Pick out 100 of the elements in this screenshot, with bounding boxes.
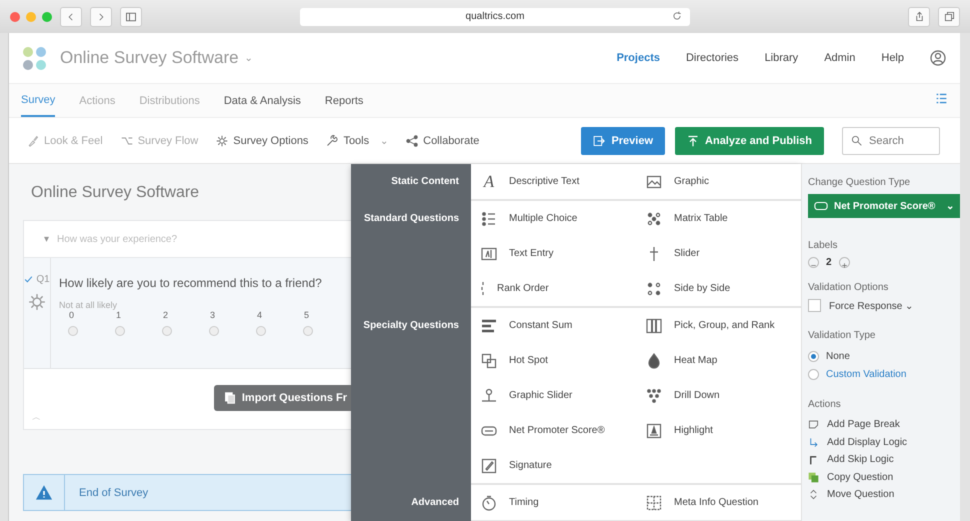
tab[interactable]: Reports (324, 84, 364, 117)
panel-heading: Change Question Type (808, 177, 912, 188)
checkbox[interactable] (808, 299, 821, 312)
page-break-icon (808, 419, 819, 430)
nav-link[interactable]: Projects (616, 52, 660, 64)
panel-heading: Validation Type (808, 330, 876, 341)
bars-icon (481, 318, 497, 334)
squares-icon (481, 352, 497, 368)
copy-icon (224, 392, 236, 404)
address-bar[interactable]: qualtrics.com (300, 8, 690, 26)
menu-item[interactable]: Slider (636, 236, 801, 271)
menu-item[interactable]: Graphic (636, 164, 801, 199)
plus-button[interactable] (838, 257, 850, 268)
logo-icon (23, 46, 46, 70)
back-button[interactable] (60, 6, 82, 26)
corner-arrow-icon (808, 436, 819, 448)
menu-item[interactable]: Timing (471, 485, 636, 520)
nav-link[interactable]: Admin (824, 52, 856, 64)
forward-button[interactable] (90, 6, 112, 26)
scale-number: 0 (69, 310, 74, 320)
tab[interactable]: Data & Analysis (224, 84, 301, 117)
nav-link[interactable]: Help (881, 52, 904, 64)
toolbar-item[interactable]: Tools ⌄ (326, 134, 388, 146)
tabs-button[interactable] (938, 6, 960, 26)
close-dot[interactable] (10, 12, 20, 22)
minus-button[interactable] (808, 257, 819, 268)
radio-button[interactable] (808, 368, 819, 380)
tree-dots-icon (646, 388, 662, 404)
tabs-icon (944, 11, 954, 22)
action-link[interactable]: Add Page Break (827, 419, 900, 430)
caret-icon: ⌄ (380, 134, 388, 146)
scale-label: Not at all likely (59, 300, 118, 310)
section-title: Advanced (411, 497, 459, 508)
menu-item[interactable]: Meta Info Question (636, 485, 801, 520)
end-of-survey-label: End of Survey (78, 486, 148, 500)
upload-icon (687, 134, 700, 146)
action-link[interactable]: Add Skip Logic (827, 454, 894, 466)
dotted-line-icon (481, 280, 485, 296)
question-type-dropdown[interactable]: Net Promoter Score® ⌄ (808, 194, 960, 218)
radio-button[interactable] (209, 326, 219, 336)
list-icon (935, 92, 948, 104)
menu-item[interactable]: Side by Side (636, 271, 801, 306)
menu-item[interactable]: Text Entry (471, 236, 636, 271)
menu-item[interactable]: Constant Sum (471, 308, 636, 343)
import-questions-button[interactable]: Import Questions Fr (214, 385, 351, 411)
force-response-label[interactable]: Force Response ⌄ (829, 300, 914, 312)
radio-button[interactable] (256, 326, 266, 336)
menu-item[interactable]: Multiple Choice (471, 201, 636, 236)
menu-item[interactable]: Heat Map (636, 343, 801, 378)
menu-item[interactable]: Drill Down (636, 378, 801, 413)
warning-icon (36, 484, 52, 500)
menu-item[interactable]: Rank Order (471, 271, 636, 306)
minimize-dot[interactable] (26, 12, 36, 22)
nav-link[interactable]: Library (764, 52, 798, 64)
scale-number: 5 (304, 310, 310, 320)
share-button[interactable] (908, 6, 930, 26)
preview-icon (593, 134, 606, 146)
pen-icon (481, 458, 497, 474)
user-icon (930, 50, 946, 66)
action-link[interactable]: Copy Question (827, 472, 894, 483)
radio-button[interactable] (115, 326, 125, 336)
question-text: How likely are you to recommend this to a friend? (59, 276, 323, 290)
toolbar-item[interactable]: Collaborate (406, 134, 480, 146)
sidebar-button[interactable] (120, 6, 142, 26)
stopwatch-icon (481, 494, 497, 510)
action-link[interactable]: Move Question (827, 489, 894, 500)
label-count: 2 (826, 257, 832, 268)
radio-button[interactable] (303, 326, 313, 336)
nav-link[interactable]: Directories (686, 52, 739, 64)
reload-icon (672, 10, 682, 20)
radio-label[interactable]: None (826, 350, 850, 362)
toolbar-item[interactable]: Survey Options (216, 134, 308, 146)
highlight-icon (646, 422, 662, 438)
menu-item[interactable]: Pick, Group, and Rank (636, 308, 801, 343)
action-link[interactable]: Add Display Logic (827, 436, 908, 448)
panel-heading: Actions (808, 399, 842, 410)
radio-label[interactable]: Custom Validation (826, 368, 906, 380)
dot-grid-icon (646, 280, 662, 296)
panel-heading: Labels (808, 240, 838, 251)
menu-item[interactable]: Net Promoter Score® (471, 413, 636, 448)
menu-item[interactable]: Graphic Slider (471, 378, 636, 413)
radio-button[interactable] (808, 350, 819, 362)
menu-item[interactable]: A Descriptive Text (471, 164, 636, 199)
radio-button[interactable] (68, 326, 78, 336)
italic-letter-icon: A (481, 174, 497, 190)
menu-item[interactable]: Hot Spot (471, 343, 636, 378)
search-field[interactable]: Search (842, 126, 940, 154)
panel-heading: Validation Options (808, 282, 890, 293)
preview-button[interactable]: Preview (581, 126, 666, 154)
brush-icon (27, 134, 39, 146)
menu-item[interactable]: Signature (471, 448, 636, 483)
gear-icon (216, 134, 228, 146)
radio-button[interactable] (162, 326, 172, 336)
search-icon (851, 134, 862, 146)
sidebar-icon (125, 10, 137, 22)
menu-item[interactable]: Matrix Table (636, 201, 801, 236)
menu-item[interactable]: Highlight (636, 413, 801, 448)
plus-icon (840, 261, 849, 270)
zoom-dot[interactable] (42, 12, 52, 22)
publish-button[interactable]: Analyze and Publish (675, 126, 824, 154)
